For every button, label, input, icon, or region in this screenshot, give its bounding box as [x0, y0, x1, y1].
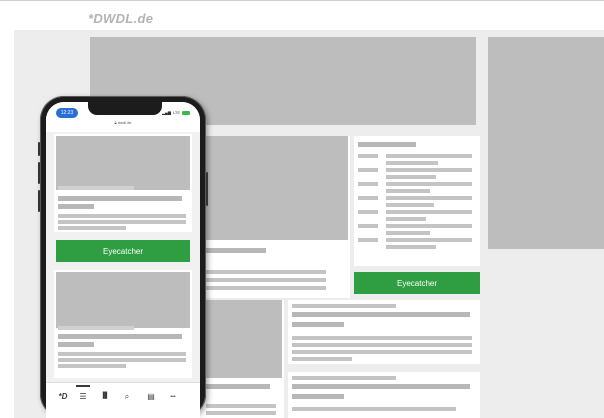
card-headline-line	[292, 312, 470, 317]
card-headline-line	[292, 394, 344, 399]
list-item-line	[358, 210, 378, 214]
list-item-line	[386, 168, 472, 172]
sidebar-ad-placeholder	[488, 37, 604, 249]
card-text-line	[292, 376, 396, 380]
home-logo-icon[interactable]: *D	[56, 392, 70, 401]
list-item-line	[386, 182, 472, 186]
list-item-line	[358, 168, 378, 172]
list-item-line	[386, 238, 472, 242]
article-headline-line	[206, 248, 266, 253]
briefcase-icon[interactable]: ▤	[144, 392, 158, 401]
article-card[interactable]	[200, 300, 284, 418]
list-item-line	[386, 196, 472, 200]
list-item-line	[386, 189, 430, 193]
mobile-text-line	[58, 358, 186, 362]
mobile-text-line	[58, 220, 186, 224]
site-logo[interactable]: *DWDL.de	[88, 11, 153, 26]
mobile-text-line	[58, 364, 126, 368]
eyecatcher-button[interactable]: Eyecatcher	[354, 272, 480, 294]
mobile-headline-line	[58, 334, 182, 339]
card-text-line	[292, 336, 472, 340]
list-item-line	[386, 217, 426, 221]
list-icon[interactable]: ☰	[76, 392, 90, 401]
site-header: *DWDL.de	[0, 0, 604, 30]
mobile-eyecatcher-button[interactable]: Eyecatcher	[56, 240, 190, 262]
mobile-article-card[interactable]	[54, 270, 192, 378]
card-text-line	[292, 350, 472, 354]
mobile-headline-line	[58, 196, 182, 201]
mobile-headline-line	[58, 342, 94, 347]
phone-notch	[88, 102, 162, 115]
article-text-line	[206, 278, 326, 282]
lock-icon: 🔒︎	[114, 120, 117, 125]
article-text-line	[206, 404, 276, 408]
list-card[interactable]	[354, 136, 480, 266]
article-card[interactable]	[200, 136, 350, 298]
phone-screen: 12:23 ▂▄▆ LTE 🔒︎ dwdl.de Eyecatcher *D ☰…	[46, 102, 200, 418]
phone-side-button	[38, 142, 40, 156]
article-text-line	[206, 270, 326, 274]
card-headline-line	[292, 322, 344, 327]
phone-side-button	[38, 162, 40, 184]
mobile-text-line	[58, 226, 126, 230]
search-icon[interactable]: ⌕	[120, 392, 134, 402]
list-item-line	[386, 203, 434, 207]
article-image-placeholder	[206, 136, 348, 240]
article-text-line	[206, 286, 326, 290]
list-item-line	[386, 154, 472, 158]
address-url: dwdl.de	[117, 120, 132, 125]
card-text-line	[292, 343, 472, 347]
mobile-text-line	[58, 352, 186, 356]
address-bar[interactable]: 🔒︎ dwdl.de	[46, 120, 200, 125]
card-text-line	[292, 407, 456, 411]
chart-icon[interactable]: ▐▌	[98, 393, 112, 399]
list-item-line	[386, 161, 438, 165]
card-text-line	[292, 304, 396, 308]
mobile-text-line	[58, 186, 134, 190]
article-headline-line	[206, 384, 270, 389]
status-time: 12:23	[56, 108, 78, 118]
network-label: LTE	[172, 110, 180, 115]
list-item-line	[358, 224, 378, 228]
list-item-line	[358, 182, 378, 186]
list-item-line	[386, 231, 430, 235]
mobile-headline-line	[58, 204, 94, 209]
article-text-line	[206, 411, 276, 415]
list-item-line	[386, 210, 472, 214]
text-card[interactable]	[288, 372, 480, 418]
list-title-line	[358, 142, 416, 147]
more-icon[interactable]: •••	[166, 394, 180, 400]
mobile-text-line	[58, 326, 134, 330]
phone-status-bar: 12:23 ▂▄▆ LTE 🔒︎ dwdl.de	[46, 102, 200, 132]
signal-icon: ▂▄▆	[161, 110, 171, 115]
list-item-line	[386, 175, 436, 179]
phone-power-button	[206, 172, 208, 206]
phone-mockup: 12:23 ▂▄▆ LTE 🔒︎ dwdl.de Eyecatcher *D ☰…	[38, 96, 208, 418]
text-card[interactable]	[288, 300, 480, 364]
mobile-tab-bar: *D ☰ ▐▌ ⌕ ▤ •••	[46, 382, 200, 418]
mobile-article-card[interactable]	[54, 134, 192, 232]
list-item-line	[358, 238, 378, 242]
status-indicators: ▂▄▆ LTE	[162, 110, 190, 115]
article-image-placeholder	[206, 300, 282, 378]
active-tab-indicator	[76, 385, 90, 387]
card-headline-line	[292, 384, 470, 389]
list-item-line	[358, 196, 378, 200]
mobile-article-image-placeholder	[56, 136, 190, 190]
list-item-line	[386, 224, 472, 228]
mobile-text-line	[58, 214, 186, 218]
list-item-line	[358, 154, 378, 158]
list-item-line	[386, 245, 436, 249]
phone-side-button	[38, 190, 40, 212]
mobile-article-image-placeholder	[56, 272, 190, 328]
battery-icon	[182, 110, 190, 115]
card-text-line	[292, 357, 352, 361]
